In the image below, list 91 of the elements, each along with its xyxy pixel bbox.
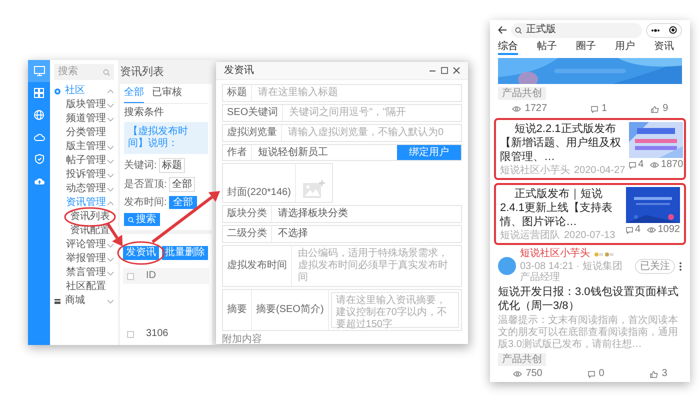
post-title: 短说开发日报：3.0钱包设置页面样式优化（周一3/8） [497, 285, 680, 313]
article-card[interactable]: 短说2.2.1正式版发布【新增话题、用户组及权限管理、… 短说社区小芋头 2020-04-27 4 1870 [494, 118, 686, 180]
avatar [498, 257, 516, 275]
count-text: 1870 [660, 160, 684, 170]
menu-item[interactable]: 资讯列表 [54, 210, 114, 224]
count-text: 1092 [658, 225, 680, 235]
thumbs-up-icon [650, 370, 658, 378]
menu-item[interactable]: 帖子管理 [54, 154, 114, 168]
post-meta: 03-08 14:21 · 短说集团产品经理 [520, 261, 624, 283]
community-icon [54, 88, 61, 94]
field-label: 摘要 [223, 290, 252, 330]
search-field[interactable]: 正式版 [511, 22, 642, 38]
field-label: 是否置顶: [124, 180, 167, 190]
count-text: 9 [662, 104, 668, 114]
shield-icon [34, 154, 44, 164]
field-label: 摘要(SEO简介) [252, 290, 329, 330]
menu-item[interactable]: 举报管理 [54, 252, 114, 266]
search-icon [128, 216, 134, 222]
comment-icon [626, 226, 633, 234]
tab[interactable]: 资讯 [654, 40, 674, 56]
count-text: 1 [602, 104, 608, 114]
cloud-icon [34, 133, 44, 141]
menu-item[interactable]: 分类管理 [54, 126, 114, 140]
menu-item[interactable]: 评论管理 [54, 238, 114, 252]
comment-icon [629, 162, 636, 168]
post-excerpt: 温馨提示：文末有阅读指南，首次阅读本文的朋友可以在底部查看阅读指南，通用版3.0测试版已发布，请前往想… [497, 315, 679, 351]
tab[interactable]: 用户 [615, 40, 635, 56]
eye-icon [512, 371, 522, 377]
count-text: 4 [635, 225, 641, 235]
monitor-icon [34, 66, 44, 76]
menu-item[interactable]: 频道管理 [54, 112, 114, 126]
search-icon [103, 68, 110, 76]
search-icon [515, 26, 522, 34]
checkbox[interactable] [127, 272, 134, 280]
menu-item[interactable]: 社区配置 [54, 280, 114, 294]
count-text: 1727 [524, 104, 548, 114]
globe-icon [34, 110, 44, 120]
maximize-icon[interactable] [441, 67, 448, 74]
more-icon[interactable] [679, 262, 682, 270]
article-card[interactable]: 正式版发布｜短说2.4.1更新上线【支持表情、图片评论… 短说运营团队 2020-07-13 4 1092 [494, 183, 686, 245]
date-text: 2020-04-27 [574, 166, 626, 176]
thumbs-up-icon [650, 106, 659, 112]
section-label: 附加内容 [222, 333, 263, 344]
page-title: 资讯列表 [120, 65, 165, 80]
select-field[interactable]: 全部 [168, 177, 195, 192]
capsule-menu[interactable] [646, 22, 682, 38]
menu-item[interactable]: 商城 [54, 294, 114, 308]
menu-item[interactable]: 投诉管理 [54, 168, 114, 182]
count-text: 750 [526, 369, 542, 379]
tab[interactable]: 帖子 [537, 40, 557, 56]
menu-item[interactable]: 版主管理 [54, 140, 114, 154]
author-name: 短说运营团队 [500, 231, 560, 241]
date-text: 2020-07-13 [564, 231, 616, 241]
column-header: ID [146, 271, 156, 281]
tag: 产品共创 [498, 87, 546, 100]
tab[interactable]: 综合 [498, 40, 518, 55]
count-text: 3 [662, 369, 668, 379]
input-field[interactable]: 标题 [158, 158, 185, 173]
eye-icon [512, 106, 521, 112]
count-text: 4 [638, 160, 644, 170]
follow-button[interactable]: 已关注 [635, 258, 675, 274]
shop-icon [54, 298, 61, 304]
eye-icon [650, 162, 659, 168]
rail-button[interactable] [28, 60, 50, 82]
field-label: 发布时间: [124, 198, 167, 208]
menu-item[interactable]: 版块管理 [54, 98, 114, 112]
section-title: 搜索条件 [124, 108, 165, 118]
field-label: 关键词: [124, 160, 157, 170]
checkbox[interactable] [127, 330, 134, 338]
tag: 产品共创 [498, 353, 546, 366]
comment-icon [588, 370, 595, 378]
count-text: 0 [598, 369, 604, 379]
author-name: 短说社区小芋头 [520, 249, 590, 259]
more-icon [651, 28, 660, 32]
grid-icon [34, 88, 44, 98]
table-cell: 3106 [146, 329, 168, 339]
eye-icon [646, 227, 656, 233]
field-label: 封面(220*146) [223, 164, 296, 202]
menu-item[interactable]: 禁言管理 [54, 266, 114, 280]
badge-icon [594, 252, 614, 256]
back-icon[interactable] [498, 26, 507, 34]
comment-icon [590, 106, 598, 112]
menu-item[interactable]: 动态管理 [54, 182, 114, 196]
article-title: 短说2.2.1正式版发布【新增话题、用户组及权限管理、… [500, 122, 622, 164]
dialog-title: 发资讯 [224, 66, 254, 76]
author-name: 短说社区小芋头 [500, 166, 570, 176]
tab[interactable]: 圈子 [576, 40, 596, 56]
cloud-upload-icon [34, 176, 44, 186]
notice-text: 【虚拟发布时间】说明： [124, 122, 208, 154]
tab[interactable]: 已审核 [152, 88, 182, 103]
article-title: 正式版发布｜短说2.4.1更新上线【支持表情、图片评论… [500, 187, 614, 229]
